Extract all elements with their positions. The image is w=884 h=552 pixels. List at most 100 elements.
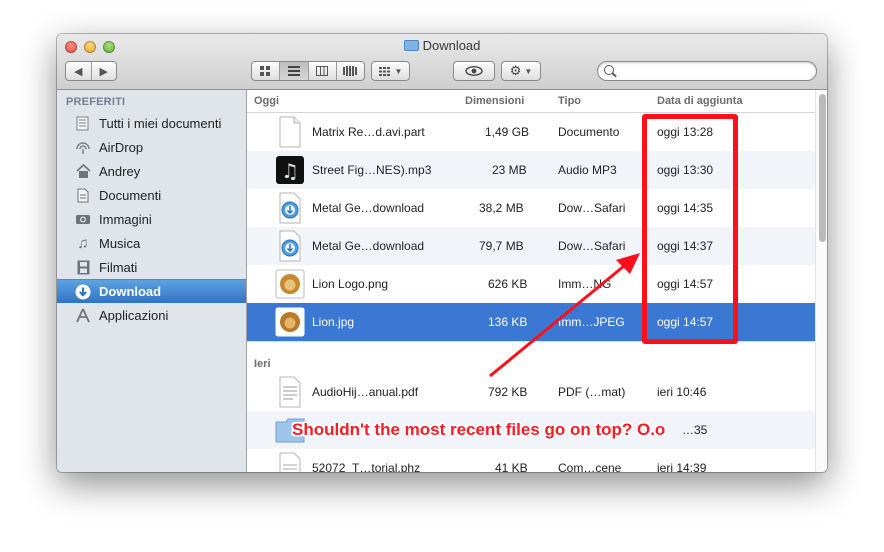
- file-date-added: ieri 10:46: [657, 385, 707, 399]
- chevron-down-icon: ▼: [524, 66, 533, 76]
- chevron-left-icon: ◀: [74, 65, 83, 78]
- table-row[interactable]: AudioHij…anual.pdf 792 KB PDF (…mat) ier…: [247, 373, 815, 411]
- file-kind: Documento: [558, 125, 620, 139]
- action-button[interactable]: ⚙ ▼: [501, 61, 541, 81]
- toolbar: Download ◀ ▶ ▼ ⚙ ▼: [57, 34, 827, 90]
- file-kind: Audio MP3: [558, 163, 617, 177]
- pdf-document-icon: [279, 376, 301, 408]
- file-kind: Imm…JPEG: [558, 315, 625, 329]
- arrange-grid-icon: [378, 66, 390, 76]
- svg-text:♫: ♫: [281, 159, 299, 183]
- sidebar-item-pictures[interactable]: Immagini: [57, 207, 246, 231]
- search-input[interactable]: [618, 63, 812, 81]
- sidebar-item-label: Documenti: [99, 187, 162, 203]
- group-label-yesterday: Ieri: [254, 358, 271, 370]
- column-view-icon: [316, 66, 329, 76]
- file-size: 38,2 MB: [479, 201, 524, 215]
- file-name: Lion Logo.png: [312, 277, 389, 291]
- chevron-down-icon: ▼: [394, 66, 403, 76]
- column-header-kind[interactable]: Tipo: [558, 95, 581, 107]
- file-date-added: ieri 14:39: [657, 461, 707, 472]
- file-size: 792 KB: [488, 385, 528, 399]
- sidebar-item-applications[interactable]: Applicazioni: [57, 303, 246, 327]
- blank-document-icon: [279, 116, 301, 148]
- music-file-icon: ♫: [276, 156, 304, 184]
- lion-image-icon: [275, 269, 305, 299]
- file-size: 626 KB: [488, 277, 528, 291]
- file-kind: Dow…Safari: [558, 239, 626, 253]
- back-forward-control: ◀ ▶: [65, 61, 117, 81]
- sidebar-item-music[interactable]: ♫ Musica: [57, 231, 246, 255]
- sidebar-item-all-documents[interactable]: Tutti i miei documenti: [57, 111, 246, 135]
- file-date-added: …35: [682, 423, 708, 437]
- annotation-highlight-box: [642, 114, 738, 344]
- chevron-right-icon: ▶: [99, 65, 108, 78]
- applications-icon: [75, 307, 91, 323]
- file-name: Lion.jpg: [312, 315, 355, 329]
- file-size: 41 KB: [495, 461, 528, 472]
- file-name: AudioHij…anual.pdf: [312, 385, 419, 399]
- sidebar-item-label: Immagini: [99, 211, 152, 227]
- sidebar-item-label: AirDrop: [99, 139, 144, 155]
- coverflow-view-button[interactable]: [337, 62, 364, 80]
- search-icon: [604, 65, 614, 75]
- table-row[interactable]: 52072_T…torial.phz 41 KB Com…cene ieri 1…: [247, 449, 815, 472]
- column-header: Oggi Dimensioni Tipo Data di aggiunta: [247, 90, 815, 113]
- vertical-scrollbar[interactable]: [815, 90, 827, 472]
- home-icon: [75, 163, 91, 179]
- window-title-text: Download: [422, 38, 481, 53]
- list-view-button[interactable]: [280, 62, 309, 80]
- sidebar-item-label: Applicazioni: [99, 307, 169, 323]
- sidebar-item-documents[interactable]: Documenti: [57, 183, 246, 207]
- back-button[interactable]: ◀: [66, 62, 92, 80]
- scrollbar-thumb[interactable]: [819, 94, 826, 242]
- sidebar-item-airdrop[interactable]: AirDrop: [57, 135, 246, 159]
- sidebar-item-label: Musica: [99, 235, 141, 251]
- sidebar: PREFERITI Tutti i miei documenti AirDrop…: [57, 90, 247, 472]
- sidebar-item-label: Andrey: [99, 163, 141, 179]
- sidebar-item-label: Filmati: [99, 259, 138, 275]
- film-icon: [75, 259, 91, 275]
- file-size: 1,49 GB: [485, 125, 530, 139]
- column-header-size[interactable]: Dimensioni: [465, 95, 524, 107]
- sidebar-item-label: Download: [99, 284, 162, 299]
- download-arrow-icon: [75, 284, 91, 300]
- eye-icon: [465, 66, 483, 76]
- file-name: Metal Ge…download: [312, 239, 425, 253]
- folder-icon: [403, 40, 419, 51]
- document-icon: [279, 452, 301, 472]
- window-title: Download: [57, 38, 827, 53]
- sidebar-header: PREFERITI: [66, 96, 126, 108]
- safari-download-icon: [279, 192, 301, 224]
- documents-icon: [75, 187, 91, 203]
- column-view-button[interactable]: [309, 62, 337, 80]
- sidebar-item-downloads[interactable]: Download: [57, 279, 246, 303]
- safari-download-icon: [279, 230, 301, 262]
- file-name: Street Fig…NES).mp3: [312, 163, 432, 177]
- view-mode-control: [251, 61, 365, 81]
- list-view-icon: [287, 66, 300, 76]
- file-size: 79,7 MB: [479, 239, 524, 253]
- music-note-icon: ♫: [77, 234, 89, 252]
- gear-icon: ⚙: [509, 63, 522, 78]
- file-list: Oggi Dimensioni Tipo Data di aggiunta Ma…: [247, 90, 827, 472]
- quicklook-button[interactable]: [453, 61, 495, 81]
- column-header-name[interactable]: Oggi: [254, 95, 279, 107]
- file-name: 52072_T…torial.phz: [312, 461, 421, 472]
- search-field[interactable]: [597, 61, 817, 81]
- annotation-caption: Shouldn't the most recent files go on to…: [292, 420, 666, 439]
- file-size: 136 KB: [488, 315, 528, 329]
- arrange-button[interactable]: ▼: [371, 61, 410, 81]
- lion-image-icon: [275, 307, 305, 337]
- forward-button[interactable]: ▶: [92, 62, 117, 80]
- all-documents-icon: [75, 115, 91, 131]
- sidebar-item-home[interactable]: Andrey: [57, 159, 246, 183]
- column-header-date-added[interactable]: Data di aggiunta: [657, 95, 743, 107]
- file-kind: Dow…Safari: [558, 201, 626, 215]
- sidebar-item-movies[interactable]: Filmati: [57, 255, 246, 279]
- airdrop-icon: [75, 139, 91, 155]
- coverflow-view-icon: [343, 66, 358, 76]
- file-name: Metal Ge…download: [312, 201, 425, 215]
- icon-view-icon: [260, 65, 271, 76]
- icon-view-button[interactable]: [252, 62, 281, 80]
